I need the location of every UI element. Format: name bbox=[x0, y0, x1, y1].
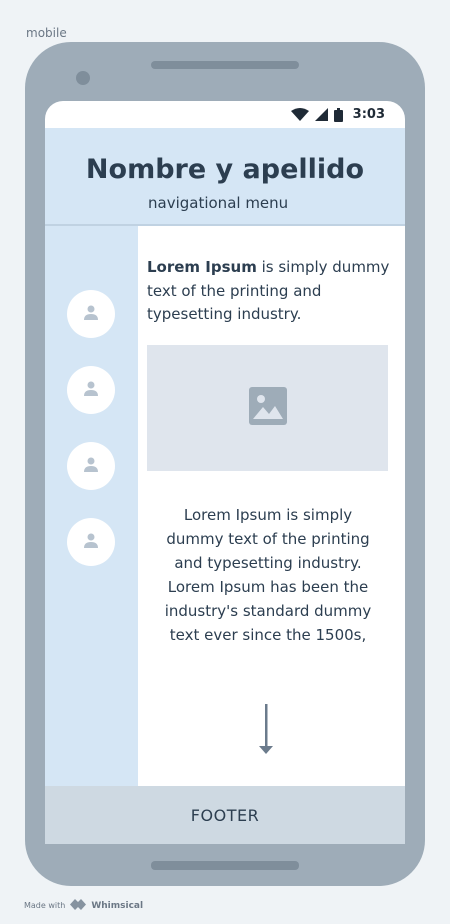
signal-icon bbox=[314, 108, 328, 121]
image-icon bbox=[248, 387, 287, 429]
sidebar-nav bbox=[45, 226, 138, 786]
user-icon bbox=[83, 456, 99, 476]
status-bar: 3:03 bbox=[45, 101, 405, 128]
sidebar-item-3[interactable] bbox=[67, 442, 115, 490]
wifi-icon bbox=[290, 108, 309, 121]
page-title: Nombre y apellido bbox=[85, 154, 365, 185]
arrow-down-icon bbox=[259, 704, 273, 760]
main-content: Lorem Ipsum is simply dummy text of the … bbox=[138, 226, 405, 786]
body-paragraph: Lorem Ipsum is simply dummy text of the … bbox=[164, 506, 372, 644]
footer: FOOTER bbox=[45, 786, 405, 844]
intro-paragraph: Lorem Ipsum is simply dummy text of the … bbox=[147, 256, 397, 327]
intro-bold: Lorem Ipsum bbox=[147, 258, 257, 276]
user-icon bbox=[83, 304, 99, 324]
made-with-credit: Made with Whimsical bbox=[24, 899, 143, 912]
image-placeholder bbox=[147, 345, 388, 471]
phone-camera bbox=[76, 71, 90, 85]
user-icon bbox=[83, 532, 99, 552]
sidebar-item-1[interactable] bbox=[67, 290, 115, 338]
phone-frame: 3:03 Nombre y apellido navigational menu bbox=[25, 42, 425, 886]
user-icon bbox=[83, 380, 99, 400]
whimsical-logo-icon bbox=[70, 899, 87, 912]
header: Nombre y apellido navigational menu bbox=[45, 128, 405, 226]
credit-prefix: Made with bbox=[24, 901, 66, 910]
sidebar-item-2[interactable] bbox=[67, 366, 115, 414]
phone-speaker bbox=[151, 61, 299, 69]
sidebar-item-4[interactable] bbox=[67, 518, 115, 566]
credit-brand: Whimsical bbox=[91, 900, 144, 911]
nav-menu-label: navigational menu bbox=[148, 194, 289, 212]
phone-screen: 3:03 Nombre y apellido navigational menu bbox=[45, 101, 405, 844]
status-time: 3:03 bbox=[352, 107, 385, 122]
battery-icon bbox=[333, 107, 343, 122]
home-indicator bbox=[151, 861, 299, 870]
frame-label: mobile bbox=[26, 26, 67, 40]
